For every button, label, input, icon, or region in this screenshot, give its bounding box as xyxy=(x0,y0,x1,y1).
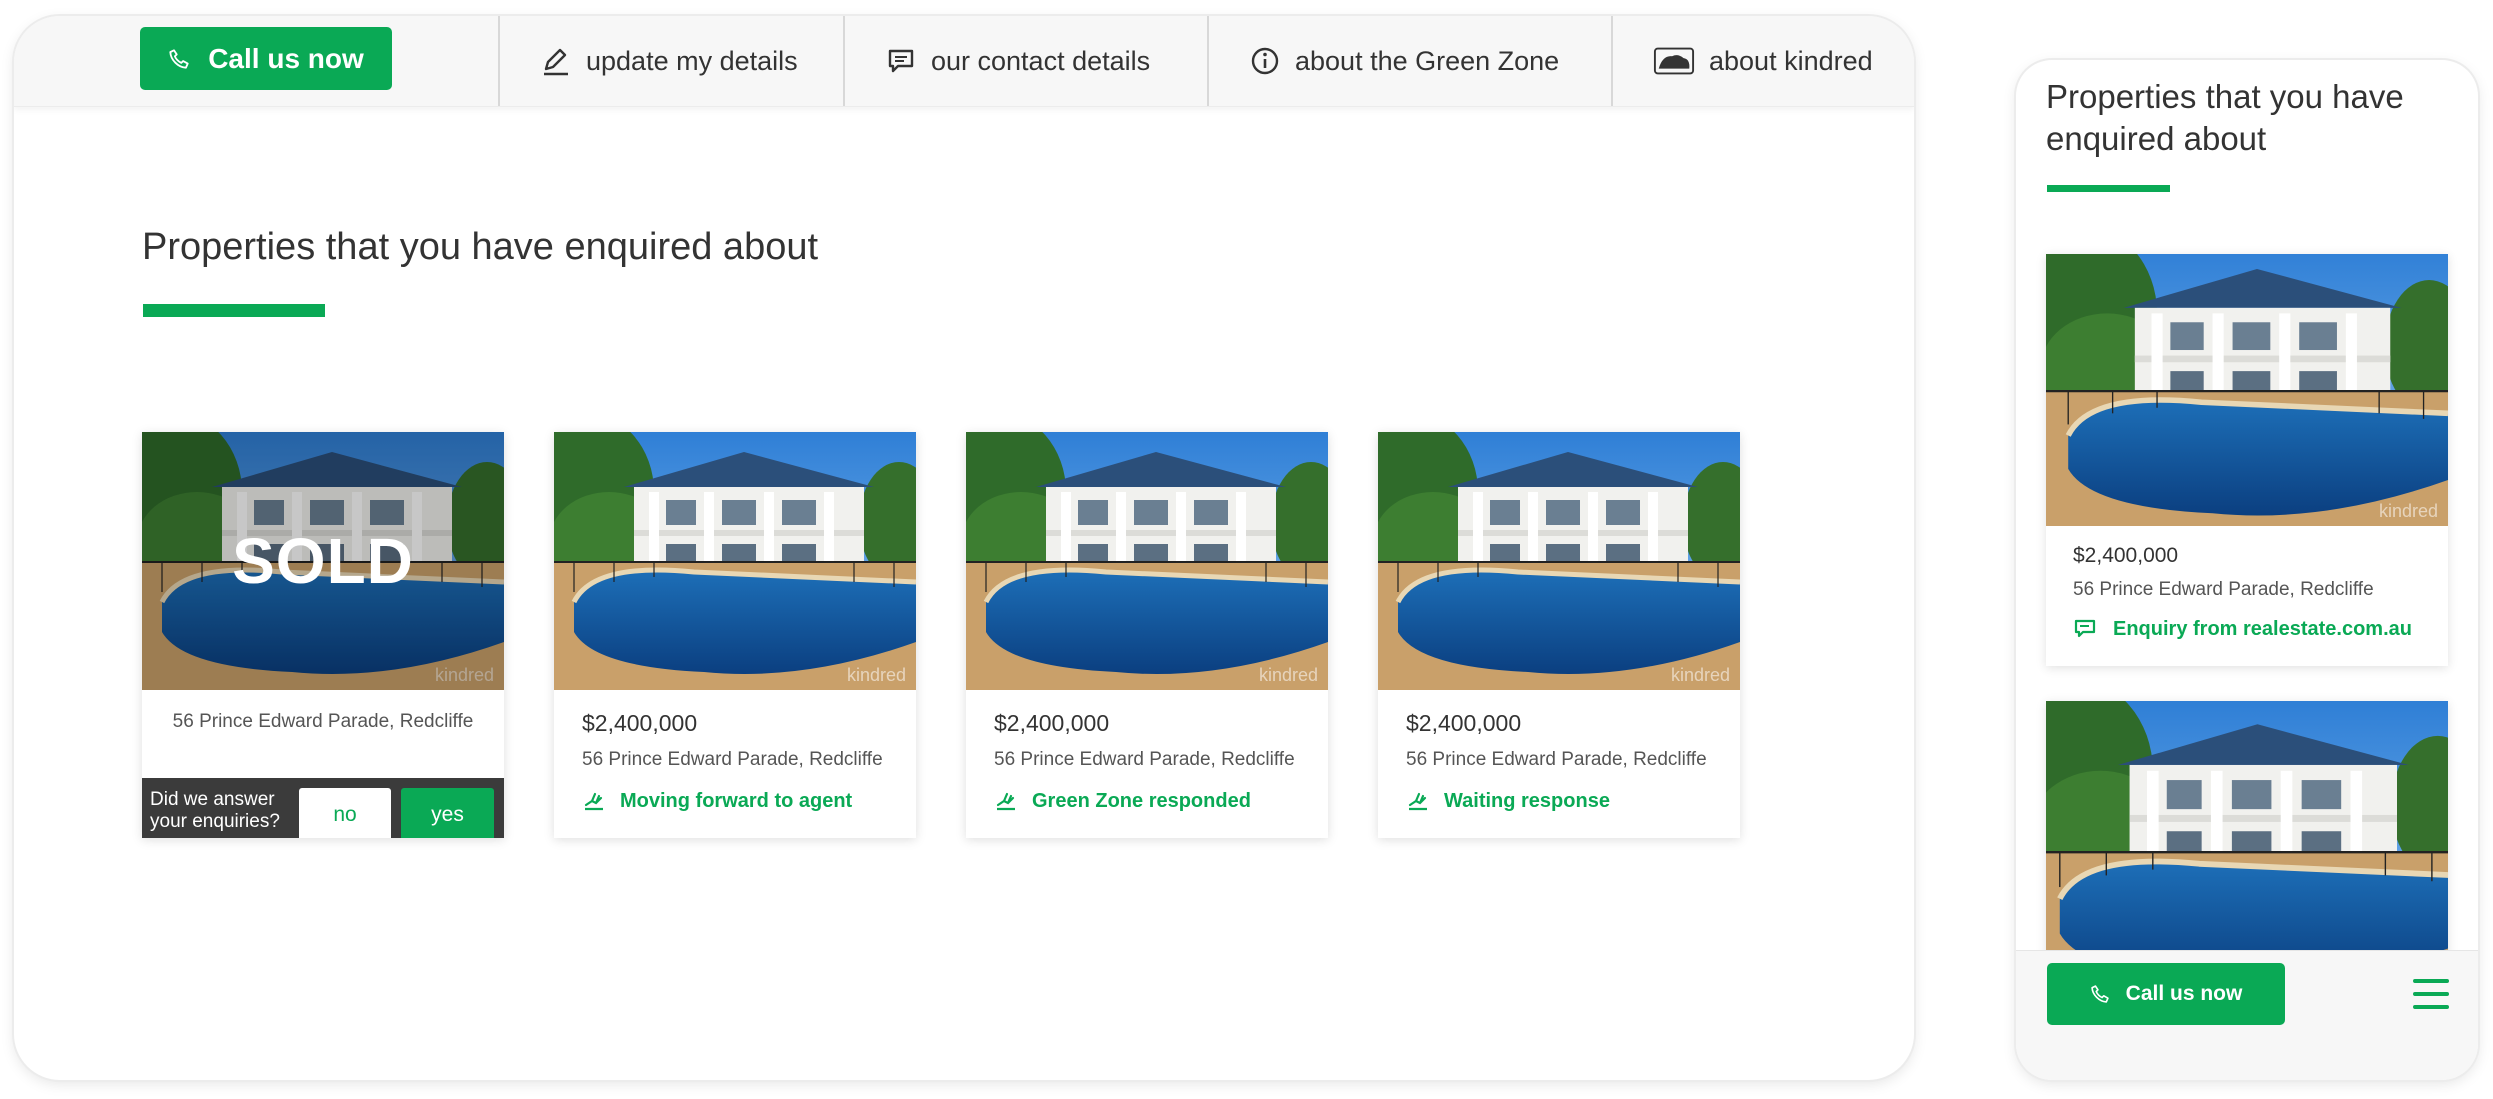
title-underline xyxy=(143,304,325,317)
feedback-bar: Did we answer your enquiries? no yes xyxy=(142,778,504,838)
property-price: $2,400,000 xyxy=(994,710,1110,736)
hamburger-menu-icon[interactable] xyxy=(2413,979,2449,1009)
info-icon xyxy=(1251,47,1279,75)
property-status: Moving forward to agent xyxy=(582,789,852,813)
top-navigation: Call us now update my details our contac… xyxy=(14,16,1914,107)
property-card-sold[interactable]: kindred SOLD 56 Prince Edward Parade, Re… xyxy=(142,432,504,838)
property-photo: kindred xyxy=(1378,432,1740,690)
property-status-label: Enquiry from realestate.com.au xyxy=(2113,617,2412,640)
property-status: Enquiry from realestate.com.au xyxy=(2073,617,2412,641)
mobile-frame: Properties that you have enquired about … xyxy=(2016,60,2478,1080)
property-photo: kindred xyxy=(966,432,1328,690)
chat-icon xyxy=(2074,619,2096,638)
property-address: 56 Prince Edward Parade, Redcliffe xyxy=(1406,749,1707,770)
desktop-frame: Call us now update my details our contac… xyxy=(14,16,1914,1080)
photo-watermark: kindred xyxy=(1670,665,1730,685)
property-status: Waiting response xyxy=(1406,789,1610,813)
nav-contact-details[interactable]: our contact details xyxy=(843,16,1207,106)
handshake-icon xyxy=(584,792,603,811)
property-address: 56 Prince Edward Parade, Redcliffe xyxy=(172,711,474,732)
property-status: Green Zone responded xyxy=(994,789,1251,813)
kindred-logo-icon xyxy=(1653,47,1695,75)
property-address: 56 Prince Edward Parade, Redcliffe xyxy=(582,749,883,770)
property-card[interactable]: kindred $2,400,000 56 Prince Edward Para… xyxy=(554,432,916,838)
nav-about-kindred-label: about kindred xyxy=(1709,45,1873,76)
call-us-label: Call us now xyxy=(208,42,364,74)
nav-contact-details-label: our contact details xyxy=(931,45,1151,76)
nav-about-green-zone-label: about the Green Zone xyxy=(1295,45,1560,76)
property-card[interactable]: kindred $2,400,000 56 Prince Edward Para… xyxy=(1378,432,1740,838)
property-card[interactable]: kindred $2,400,000 56 Prince Edward Para… xyxy=(966,432,1328,838)
mobile-property-card[interactable]: kindred $2,400,000 56 Prince Edward Para… xyxy=(2046,254,2448,666)
feedback-yes-button[interactable]: yes xyxy=(401,788,494,838)
property-photo: kindred xyxy=(554,432,916,690)
property-photo: kindred xyxy=(2046,254,2448,526)
mobile-title-underline xyxy=(2047,185,2170,192)
feedback-no-button[interactable]: no xyxy=(299,788,391,838)
mobile-call-us-button[interactable]: Call us now xyxy=(2047,963,2285,1025)
pencil-icon xyxy=(544,48,568,76)
photo-watermark: kindred xyxy=(2378,501,2438,521)
nav-about-kindred[interactable]: about kindred xyxy=(1611,16,1914,106)
phone-icon xyxy=(169,48,189,69)
chat-icon xyxy=(888,49,914,73)
mobile-page-title: Properties that you have enquired about xyxy=(2046,78,2404,157)
handshake-icon xyxy=(996,792,1015,811)
photo-watermark: kindred xyxy=(846,665,906,685)
nav-update-details-label: update my details xyxy=(586,45,798,76)
property-status-label: Green Zone responded xyxy=(1032,789,1251,812)
page-title: Properties that you have enquired about xyxy=(142,226,819,268)
photo-watermark: kindred xyxy=(1258,665,1318,685)
call-us-button[interactable]: Call us now xyxy=(140,27,392,90)
property-price: $2,400,000 xyxy=(582,710,698,736)
nav-update-details[interactable]: update my details xyxy=(498,16,843,106)
phone-icon xyxy=(2090,985,2109,1003)
property-address: 56 Prince Edward Parade, Redcliffe xyxy=(2073,579,2374,600)
mobile-bottom-bar: Call us now xyxy=(2016,950,2478,1080)
property-status-label: Waiting response xyxy=(1444,789,1610,812)
handshake-icon xyxy=(1408,792,1427,811)
feedback-question: Did we answer your enquiries? xyxy=(150,789,280,832)
property-price: $2,400,000 xyxy=(2073,544,2179,567)
property-status-label: Moving forward to agent xyxy=(620,789,853,812)
property-price: $2,400,000 xyxy=(1406,710,1522,736)
property-address: 56 Prince Edward Parade, Redcliffe xyxy=(994,749,1295,770)
nav-about-green-zone[interactable]: about the Green Zone xyxy=(1207,16,1611,106)
sold-overlay: SOLD xyxy=(142,432,504,690)
mobile-call-us-label: Call us now xyxy=(2125,982,2243,1005)
